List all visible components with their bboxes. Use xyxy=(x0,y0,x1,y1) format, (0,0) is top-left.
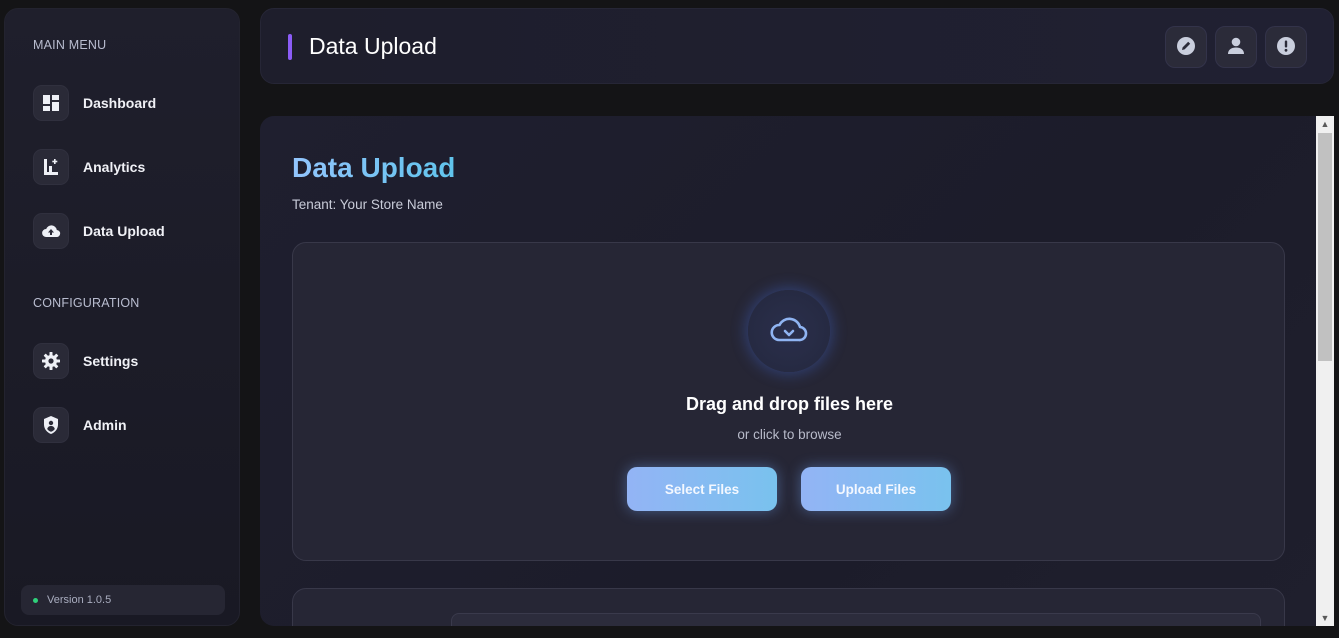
page-header-title: Data Upload xyxy=(309,33,437,59)
cloud-download-icon xyxy=(768,314,810,349)
user-button[interactable] xyxy=(1215,26,1257,68)
sidebar-item-label: Analytics xyxy=(83,159,146,175)
dropzone-subtitle: or click to browse xyxy=(737,427,842,442)
sidebar-item-label: Data Upload xyxy=(83,223,165,239)
gear-icon xyxy=(33,343,69,379)
sidebar-item-settings[interactable]: Settings xyxy=(33,342,223,380)
select-files-button[interactable]: Select Files xyxy=(627,467,777,511)
version-badge: Version 1.0.5 xyxy=(21,585,225,615)
main-scrollbar[interactable]: ▲ ▼ xyxy=(1316,116,1334,626)
configuration-label: CONFIGURATION xyxy=(33,296,140,310)
upload-files-button[interactable]: Upload Files xyxy=(801,467,951,511)
dropzone-title: Drag and drop files here xyxy=(685,394,894,414)
top-bar: Data Upload xyxy=(260,8,1334,84)
sidebar-item-label: Settings xyxy=(83,353,139,369)
secondary-card-field xyxy=(451,613,1261,626)
sidebar-item-dashboard[interactable]: Dashboard xyxy=(33,84,223,122)
cloud-icon-circle xyxy=(748,290,830,372)
page-title: Data Upload xyxy=(292,152,456,183)
status-dot xyxy=(33,597,38,603)
alert-icon xyxy=(1276,36,1296,59)
sidebar: MAIN MENU Dashboard Analytics Data Uploa… xyxy=(4,8,240,626)
alert-button[interactable] xyxy=(1265,26,1307,68)
version-text: Version 1.0.5 xyxy=(47,594,112,606)
secondary-card xyxy=(292,588,1285,626)
scroll-up-arrow-icon[interactable]: ▲ xyxy=(1316,116,1334,132)
scrollbar-thumb[interactable] xyxy=(1318,133,1332,361)
sidebar-item-label: Admin xyxy=(83,417,127,433)
title-accent-bar xyxy=(288,34,292,60)
sidebar-item-admin[interactable]: Admin xyxy=(33,406,223,444)
tenant-label: Tenant: Your Store Name xyxy=(292,197,443,212)
file-dropzone[interactable]: Drag and drop files here or click to bro… xyxy=(292,242,1285,561)
sidebar-item-label: Dashboard xyxy=(83,95,157,111)
main-menu-label: MAIN MENU xyxy=(33,38,107,52)
cloud-upload-icon xyxy=(33,213,69,249)
dashboard-icon xyxy=(33,85,69,121)
edit-icon xyxy=(1176,36,1196,59)
sidebar-item-analytics[interactable]: Analytics xyxy=(33,148,223,186)
shield-icon xyxy=(33,407,69,443)
user-icon xyxy=(1226,36,1246,59)
edit-button[interactable] xyxy=(1165,26,1207,68)
scroll-down-arrow-icon[interactable]: ▼ xyxy=(1316,610,1334,626)
sidebar-item-data-upload[interactable]: Data Upload xyxy=(33,212,223,250)
main-content: Data Upload Tenant: Your Store Name Drag… xyxy=(260,116,1316,626)
analytics-icon xyxy=(33,149,69,185)
